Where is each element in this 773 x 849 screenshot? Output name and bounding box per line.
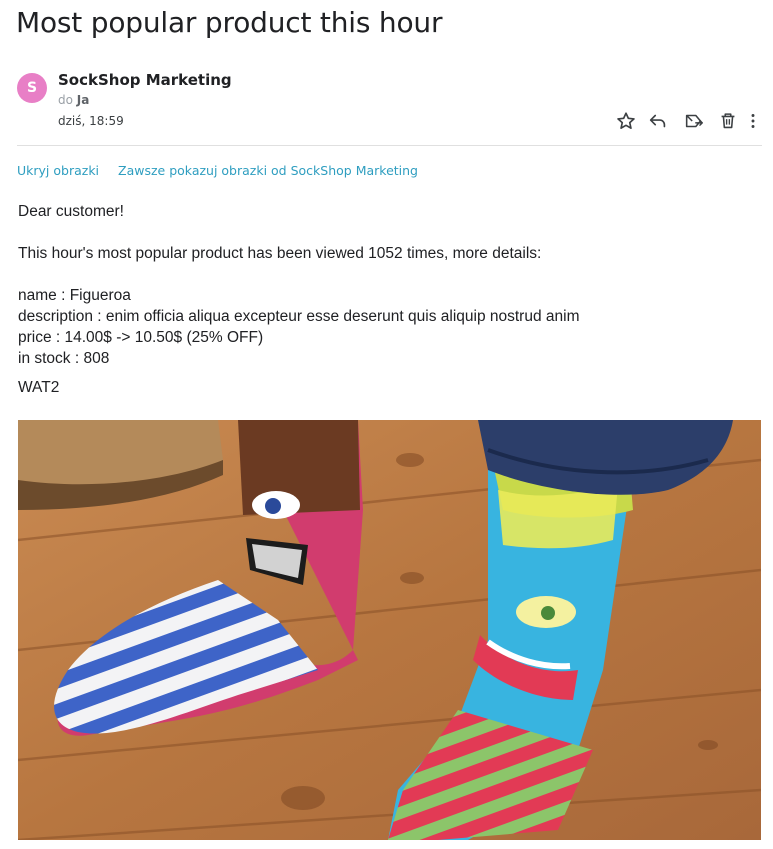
product-photo xyxy=(18,420,761,840)
email-date: dziś, 18:59 xyxy=(58,114,124,128)
hide-images-link[interactable]: Ukryj obrazki xyxy=(17,163,99,178)
more-options-button[interactable] xyxy=(746,109,760,133)
product-stock-line: in stock : 808 xyxy=(18,350,110,367)
always-show-images-link[interactable]: Zawsze pokazuj obrazki od SockShop Marke… xyxy=(118,163,418,178)
more-icon xyxy=(751,114,755,128)
forward-button[interactable] xyxy=(682,109,706,133)
forward-icon xyxy=(685,114,703,128)
email-body: Dear customer! This hour's most popular … xyxy=(18,201,758,398)
email-subject: Most popular product this hour xyxy=(16,6,443,39)
email-actions-toolbar xyxy=(614,109,760,133)
sender-avatar: S xyxy=(17,73,47,103)
intro-text: This hour's most popular product has bee… xyxy=(18,245,542,262)
star-icon xyxy=(617,112,635,129)
reply-icon xyxy=(649,114,666,128)
delete-icon xyxy=(721,113,735,129)
star-button[interactable] xyxy=(614,109,638,133)
socks-photo-illustration xyxy=(18,420,761,840)
recipient-prefix: do xyxy=(58,93,73,107)
header-divider xyxy=(17,145,762,146)
recipient-name[interactable]: Ja xyxy=(77,93,90,107)
greeting: Dear customer! xyxy=(18,203,124,220)
delete-button[interactable] xyxy=(716,109,740,133)
recipient-line: do Ja xyxy=(58,93,89,107)
product-price-line: price : 14.00$ -> 10.50$ (25% OFF) xyxy=(18,329,264,346)
image-options-bar: Ukryj obrazki Zawsze pokazuj obrazki od … xyxy=(17,163,418,178)
product-description-line: description : enim officia aliqua except… xyxy=(18,308,580,325)
reply-button[interactable] xyxy=(646,109,670,133)
product-name-line: name : Figueroa xyxy=(18,287,131,304)
signature: WAT2 xyxy=(18,379,60,396)
sender-name[interactable]: SockShop Marketing xyxy=(58,71,232,89)
